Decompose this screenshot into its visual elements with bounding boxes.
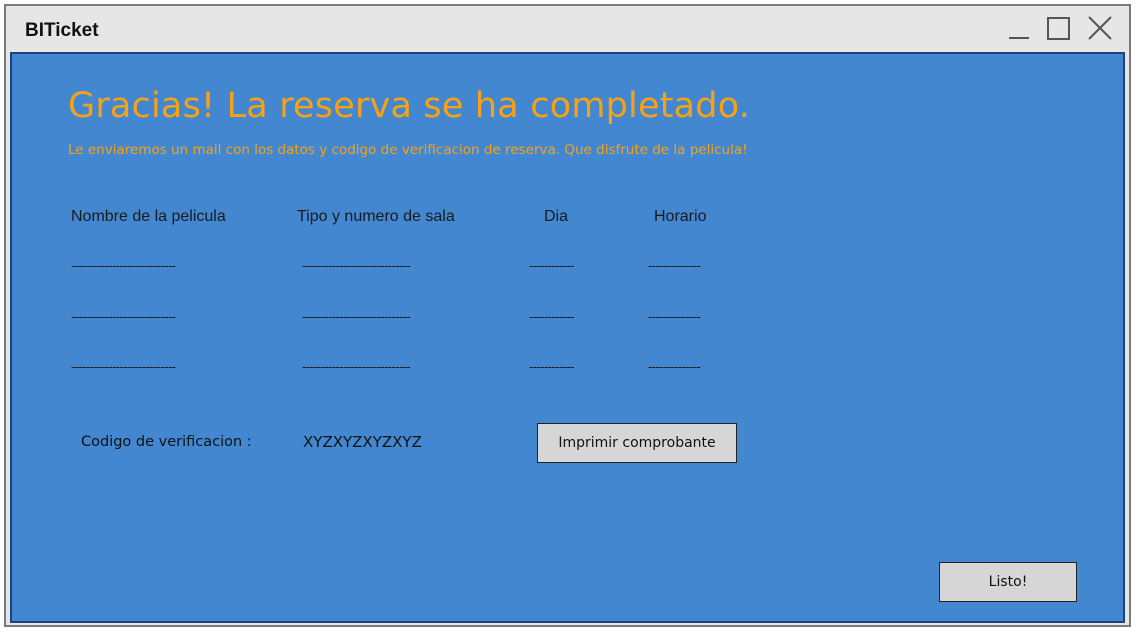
table-cell: ------------ — [529, 309, 574, 324]
table-cell: -------------- — [648, 359, 701, 374]
table-cell: ------------ — [529, 359, 574, 374]
column-header-time: Horario — [654, 208, 707, 225]
table-cell: ----------------------------- — [302, 359, 411, 374]
minimize-icon[interactable] — [1005, 14, 1033, 42]
window-title: BITicket — [25, 20, 99, 41]
table-cell: ------------ — [529, 258, 574, 273]
done-button[interactable]: Listo! — [939, 562, 1077, 602]
close-icon[interactable] — [1086, 14, 1114, 42]
table-cell: ----------------------------- — [302, 258, 411, 273]
table-cell: ----------------------------- — [302, 309, 411, 324]
column-header-day: Dia — [544, 208, 569, 225]
page-title: Gracias! La reserva se ha completado. — [68, 86, 751, 126]
table-cell: ---------------------------- — [71, 309, 176, 324]
verification-code-value: XYZXYZXYZXYZ — [303, 433, 422, 451]
page-subtitle: Le enviaremos un mail con los datos y co… — [68, 142, 748, 158]
column-header-movie: Nombre de la pelicula — [71, 208, 226, 225]
app-window: BITicket Gracias! La reserva se ha compl… — [4, 4, 1131, 627]
column-header-room: Tipo y numero de sala — [297, 208, 455, 225]
table-cell: -------------- — [648, 258, 701, 273]
table-cell: ---------------------------- — [71, 359, 176, 374]
table-cell: -------------- — [648, 309, 701, 324]
verification-code-label: Codigo de verificacion : — [81, 434, 252, 450]
title-bar: BITicket — [6, 6, 1129, 50]
maximize-icon[interactable] — [1045, 14, 1073, 42]
reservation-confirmation-panel: Gracias! La reserva se ha completado. Le… — [10, 52, 1125, 623]
print-receipt-button[interactable]: Imprimir comprobante — [537, 423, 737, 463]
table-cell: ---------------------------- — [71, 258, 176, 273]
